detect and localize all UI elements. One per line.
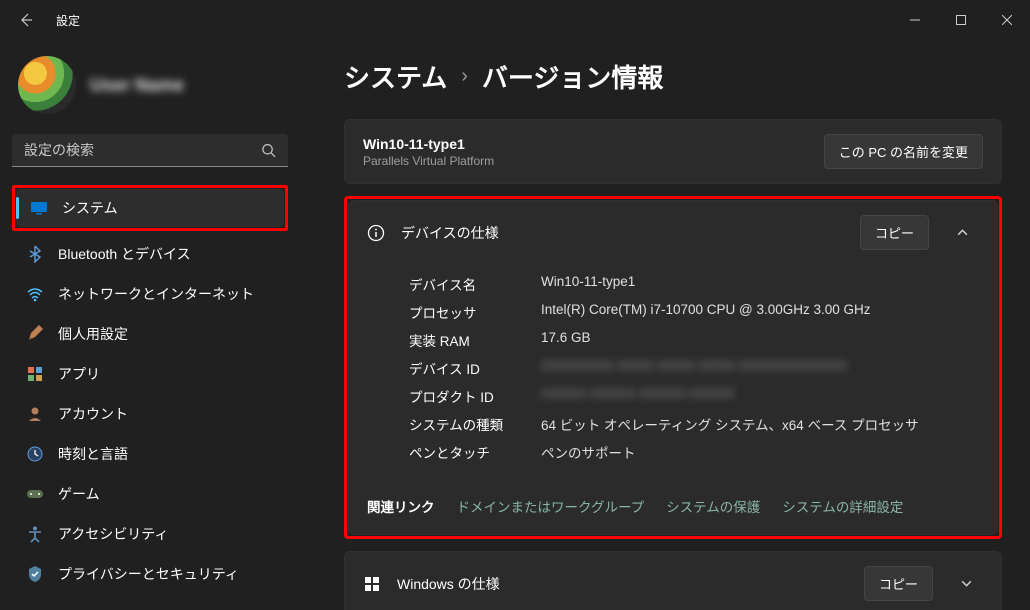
chevron-up-icon[interactable] [945, 216, 979, 250]
sidebar: User Name システム Bluetooth とデバイスネットワークとインター… [0, 40, 300, 610]
spec-value: XXXXX-XXXXX-XXXXX-XXXXX [541, 386, 735, 406]
sidebar-item-label: システム [62, 198, 118, 218]
spec-value: Win10-11-type1 [541, 274, 635, 294]
spec-value: Intel(R) Core(TM) i7-10700 CPU @ 3.00GHz… [541, 302, 871, 322]
sidebar-item-time[interactable]: 時刻と言語 [12, 435, 288, 473]
sidebar-item-privacy[interactable]: プライバシーとセキュリティ [12, 555, 288, 593]
spec-key: デバイス ID [409, 358, 517, 378]
spec-value: ペンのサポート [541, 442, 636, 462]
close-button[interactable] [984, 0, 1030, 40]
sidebar-item-label: 個人用設定 [58, 324, 128, 344]
sidebar-item-label: ネットワークとインターネット [58, 284, 254, 304]
spec-value: 64 ビット オペレーティング システム、x64 ベース プロセッサ [541, 414, 919, 434]
profile-area[interactable]: User Name [12, 48, 288, 134]
highlighted-device-panel: デバイスの仕様 コピー デバイス名 Win10-11-type1 プロセッサ Inte… [344, 196, 1002, 539]
spec-row: プロダクト ID XXXXX-XXXXX-XXXXX-XXXXX [409, 382, 979, 410]
search-input[interactable] [12, 134, 288, 167]
spec-key: ペンとタッチ [409, 442, 517, 462]
related-link[interactable]: システムの詳細設定 [782, 496, 903, 516]
sidebar-item-label: アプリ [58, 364, 100, 384]
account-icon [26, 405, 44, 423]
sidebar-item-system[interactable]: システム [16, 189, 284, 227]
breadcrumb-parent[interactable]: システム [344, 58, 447, 95]
copy-windows-spec-button[interactable]: コピー [864, 566, 933, 601]
pc-platform: Parallels Virtual Platform [363, 154, 494, 168]
breadcrumb-current: バージョン情報 [482, 58, 663, 95]
privacy-icon [26, 565, 44, 583]
chevron-right-icon: › [461, 65, 468, 88]
spec-key: 実装 RAM [409, 330, 517, 350]
sidebar-item-personalize[interactable]: 個人用設定 [12, 315, 288, 353]
app-root: User Name システム Bluetooth とデバイスネットワークとインター… [0, 40, 1030, 610]
maximize-button[interactable] [938, 0, 984, 40]
highlighted-nav-item: システム [12, 185, 288, 231]
spec-row: ペンとタッチ ペンのサポート [409, 438, 979, 466]
chevron-down-icon[interactable] [949, 567, 983, 601]
related-link[interactable]: システムの保護 [666, 496, 760, 516]
device-spec-header[interactable]: デバイスの仕様 コピー [349, 201, 997, 264]
spec-row: 実装 RAM 17.6 GB [409, 326, 979, 354]
spec-key: プロセッサ [409, 302, 517, 322]
nav-list: システム Bluetooth とデバイスネットワークとインターネット個人用設定アプ… [12, 185, 288, 593]
sidebar-item-label: プライバシーとセキュリティ [58, 564, 239, 584]
spec-row: プロセッサ Intel(R) Core(TM) i7-10700 CPU @ 3.… [409, 298, 979, 326]
pc-name-card: Win10-11-type1 Parallels Virtual Platfor… [344, 119, 1002, 184]
sidebar-item-account[interactable]: アカウント [12, 395, 288, 433]
sidebar-item-label: Bluetooth とデバイス [58, 244, 191, 264]
spec-key: システムの種類 [409, 414, 517, 434]
bluetooth-icon [26, 245, 44, 263]
avatar [18, 56, 76, 114]
device-spec-panel: デバイスの仕様 コピー デバイス名 Win10-11-type1 プロセッサ Inte… [348, 200, 998, 535]
game-icon [26, 485, 44, 503]
device-spec-body: デバイス名 Win10-11-type1 プロセッサ Intel(R) Core(TM… [349, 264, 997, 482]
sidebar-item-label: アクセシビリティ [58, 524, 168, 544]
spec-value: XXXXXXXX-XXXX-XXXX-XXXX-XXXXXXXXXXXX [541, 358, 847, 378]
related-links-label: 関連リンク [367, 496, 435, 516]
sidebar-item-label: アカウント [58, 404, 128, 424]
back-button[interactable] [18, 12, 38, 28]
related-links: 関連リンク ドメインまたはワークグループ システムの保護 システムの詳細設定 [349, 482, 997, 534]
window-title: 設定 [56, 12, 80, 29]
sidebar-item-network[interactable]: ネットワークとインターネット [12, 275, 288, 313]
windows-icon [363, 575, 381, 593]
sidebar-item-label: 時刻と言語 [58, 444, 128, 464]
spec-row: デバイス名 Win10-11-type1 [409, 270, 979, 298]
breadcrumb: システム › バージョン情報 [344, 58, 1002, 95]
personalize-icon [26, 325, 44, 343]
spec-value: 17.6 GB [541, 330, 591, 350]
spec-key: プロダクト ID [409, 386, 517, 406]
sidebar-item-apps[interactable]: アプリ [12, 355, 288, 393]
spec-row: デバイス ID XXXXXXXX-XXXX-XXXX-XXXX-XXXXXXXXX… [409, 354, 979, 382]
apps-icon [26, 365, 44, 383]
profile-name: User Name [90, 75, 184, 96]
info-icon [367, 224, 385, 242]
search-box [12, 134, 288, 167]
windows-spec-panel: Windows の仕様 コピー [344, 551, 1002, 610]
windows-spec-header[interactable]: Windows の仕様 コピー [345, 552, 1001, 610]
pc-name: Win10-11-type1 [363, 136, 494, 152]
network-icon [26, 285, 44, 303]
sidebar-item-bluetooth[interactable]: Bluetooth とデバイス [12, 235, 288, 273]
main-content: システム › バージョン情報 Win10-11-type1 Parallels … [300, 40, 1030, 610]
system-icon [30, 199, 48, 217]
time-icon [26, 445, 44, 463]
windows-spec-title: Windows の仕様 [397, 574, 848, 594]
spec-row: システムの種類 64 ビット オペレーティング システム、x64 ベース プロセッ… [409, 410, 979, 438]
sidebar-item-game[interactable]: ゲーム [12, 475, 288, 513]
related-link[interactable]: ドメインまたはワークグループ [457, 496, 645, 516]
rename-pc-button[interactable]: この PC の名前を変更 [824, 134, 983, 169]
copy-device-spec-button[interactable]: コピー [860, 215, 929, 250]
minimize-button[interactable] [892, 0, 938, 40]
sidebar-item-label: ゲーム [58, 484, 100, 504]
device-spec-title: デバイスの仕様 [401, 223, 844, 243]
sidebar-item-accessibility[interactable]: アクセシビリティ [12, 515, 288, 553]
search-icon [261, 142, 276, 157]
titlebar: 設定 [0, 0, 1030, 40]
spec-key: デバイス名 [409, 274, 517, 294]
caption-controls [892, 0, 1030, 40]
accessibility-icon [26, 525, 44, 543]
